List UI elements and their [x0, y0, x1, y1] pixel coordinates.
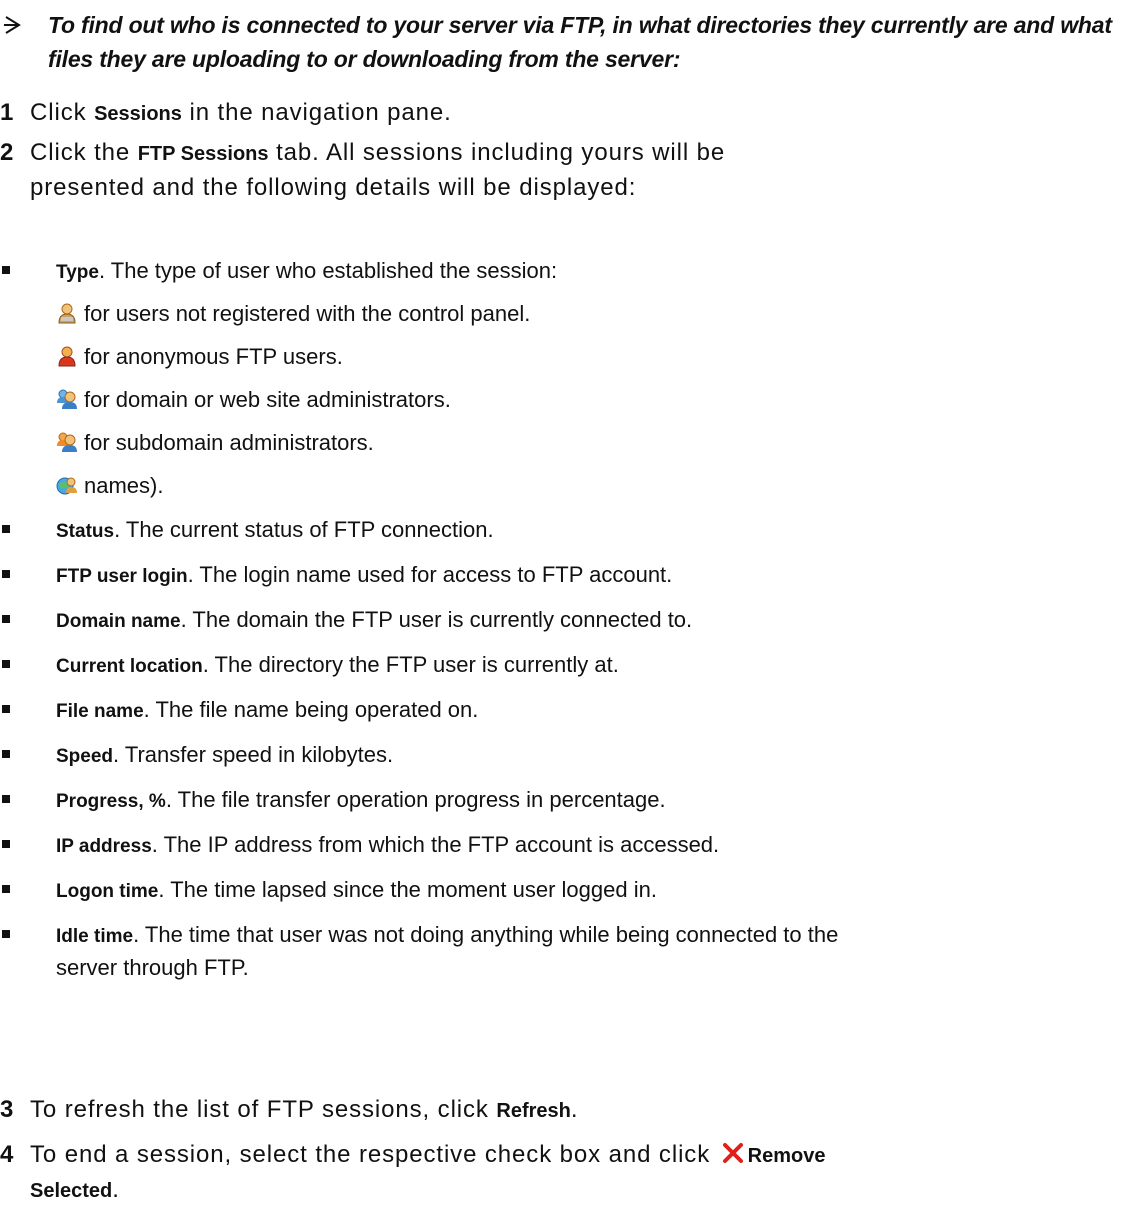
list-item: Type. The type of user who established t…	[2, 255, 1140, 288]
user-unregistered-icon	[58, 303, 76, 324]
list-item: Logon time. The time lapsed since the mo…	[2, 874, 1140, 907]
list-item: IP address. The IP address from which th…	[2, 829, 1140, 862]
user-type-row: for anonymous FTP users.	[56, 341, 1140, 372]
step-4: 4 To end a session, select the respectiv…	[0, 1138, 1140, 1208]
list-item: Idle time. The time that user was not do…	[2, 919, 1140, 983]
arrow-bullet-icon	[4, 16, 21, 34]
sessions-command: Sessions	[94, 103, 182, 125]
bullet-square-icon	[2, 660, 10, 668]
bullet-square-icon	[2, 266, 10, 274]
user-anonymous-icon	[58, 346, 76, 367]
user-type-row: for subdomain administrators.	[56, 427, 1140, 458]
remove-icon	[722, 1143, 743, 1163]
bullet-square-icon	[2, 615, 10, 623]
document-page: To find out who is connected to your ser…	[0, 0, 1146, 1225]
step-number: 1	[0, 99, 14, 126]
list-item: Status. The current status of FTP connec…	[2, 514, 1140, 547]
details-list: Status. The current status of FTP connec…	[0, 514, 1140, 983]
bullet-square-icon	[2, 885, 10, 893]
session-details-list: Type. The type of user who established t…	[0, 255, 1140, 542]
web-user-icon	[56, 477, 77, 495]
list-item: Current location. The directory the FTP …	[2, 649, 1140, 682]
bullet-square-icon	[2, 795, 10, 803]
user-type-row: for domain or web site administrators.	[56, 384, 1140, 415]
user-type-row: for users not registered with the contro…	[56, 298, 1140, 329]
ftp-sessions-command: FTP Sessions	[137, 143, 269, 165]
step-2: 2 Click the FTP Sessions tab. All sessio…	[0, 136, 1140, 205]
list-item: FTP user login. The login name used for …	[2, 559, 1140, 592]
refresh-command: Refresh	[496, 1100, 571, 1122]
list-item: Domain name. The domain the FTP user is …	[2, 604, 1140, 637]
remove-selected-command: Remove	[747, 1145, 826, 1167]
domain-admin-icon	[57, 389, 77, 409]
bullet-square-icon	[2, 840, 10, 848]
step-number: 2	[0, 139, 14, 166]
bullet-square-icon	[2, 930, 10, 938]
step-3: 3 To refresh the list of FTP sessions, c…	[0, 1093, 1140, 1128]
bullet-square-icon	[2, 705, 10, 713]
heading-text: To find out who is connected to your ser…	[48, 12, 1112, 72]
bullet-square-icon	[2, 525, 10, 533]
step-number: 4	[0, 1141, 14, 1168]
list-item: Progress, %. The file transfer operation…	[2, 784, 1140, 817]
step-1: 1 Click Sessions in the navigation pane.	[0, 96, 1140, 131]
list-item: File name. The file name being operated …	[2, 694, 1140, 727]
step-number: 3	[0, 1096, 14, 1123]
procedure-heading: To find out who is connected to your ser…	[0, 8, 1140, 76]
bullet-square-icon	[2, 750, 10, 758]
bullet-square-icon	[2, 570, 10, 578]
subdomain-admin-icon	[57, 432, 77, 452]
list-item: Speed. Transfer speed in kilobytes.	[2, 739, 1140, 772]
